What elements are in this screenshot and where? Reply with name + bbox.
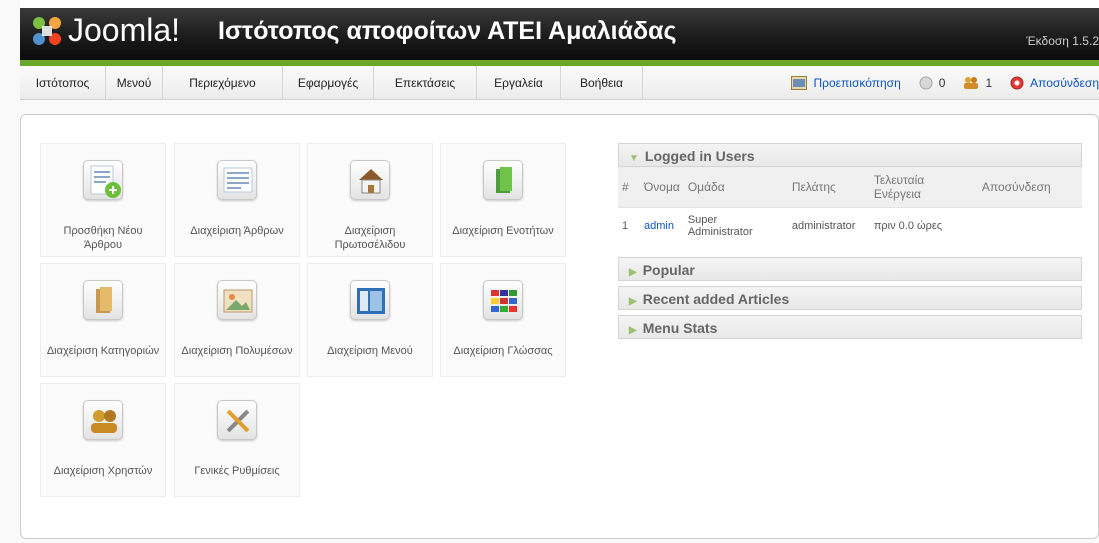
preview-icon: [791, 76, 808, 90]
tile-label: Διαχείριση Κατηγοριών: [46, 345, 160, 357]
user-last-activity: πριν 0.0 ώρες: [869, 206, 978, 245]
user-logout-cell: [977, 206, 1082, 245]
expand-arrow-icon: ▶: [629, 267, 637, 278]
menu-tools[interactable]: Εργαλεία: [477, 66, 561, 100]
menu-content[interactable]: Περιεχόμενο: [163, 66, 283, 100]
language-tile[interactable]: Διαχείριση Γλώσσας: [440, 263, 566, 377]
language-icon: [483, 280, 523, 320]
media-icon: [217, 280, 257, 320]
menu-help[interactable]: Βοήθεια: [561, 66, 643, 100]
sections-tile[interactable]: Διαχείριση Ενοτήτων: [440, 143, 566, 257]
menu-site[interactable]: Ιστότοπος: [20, 66, 106, 100]
col-logout: Αποσύνδεση: [977, 167, 1082, 207]
logout-link[interactable]: Αποσύνδεση: [1030, 66, 1099, 100]
tile-label: Διαχείριση Ενοτήτων: [452, 225, 554, 237]
col-client: Πελάτης: [787, 167, 870, 207]
recent-articles-pane-header[interactable]: ▶ Recent added Articles: [618, 286, 1082, 310]
frontpage-tile[interactable]: Διαχείριση Πρωτοσέλιδου: [307, 143, 433, 257]
user-group: Super Administrator: [683, 206, 788, 245]
expand-arrow-icon: ▶: [629, 325, 637, 336]
logged-in-users-header[interactable]: ▼ Logged in Users: [618, 143, 1082, 167]
joomla-wordmark: Joomla!: [68, 12, 181, 48]
users-online-count: 1: [985, 76, 993, 90]
header-bar: Joomla! Ιστότοπος αποφοίτων ΑΤΕΙ Αμαλιάδ…: [20, 0, 1099, 60]
frontpage-icon: [350, 160, 390, 200]
user-link-admin[interactable]: admin: [644, 220, 674, 232]
menu-manager-icon: [350, 280, 390, 320]
popular-pane-header[interactable]: ▶ Popular: [618, 257, 1082, 281]
media-tile[interactable]: Διαχείριση Πολυμέσων: [174, 263, 300, 377]
users-tile[interactable]: Διαχείριση Χρηστών: [40, 383, 166, 497]
preview-link[interactable]: Προεπισκόπηση: [813, 66, 900, 100]
tile-label: Διαχείριση Μενού: [327, 345, 413, 357]
add-article-tile[interactable]: Προσθήκη Νέου Άρθρου: [40, 143, 166, 257]
users-online-icon: [964, 77, 979, 89]
messages-count: 0: [938, 76, 946, 90]
tile-label: Προσθήκη Νέου Άρθρου: [63, 225, 143, 251]
add-article-icon: [83, 160, 123, 200]
tile-label: Διαχείριση Πρωτοσέλιδου: [334, 225, 406, 251]
sections-icon: [483, 160, 523, 200]
menu-stats-pane-header[interactable]: ▶ Menu Stats: [618, 315, 1082, 339]
site-title: Ιστότοπος αποφοίτων ΑΤΕΙ Αμαλιάδας: [218, 17, 677, 45]
logout-icon: [1010, 76, 1024, 90]
table-row: 1 admin Super Administrator administrato…: [618, 206, 1082, 245]
tile-label: Γενικές Ρυθμίσεις: [194, 465, 280, 477]
expand-arrow-icon: ▶: [629, 296, 637, 307]
col-name: Όνομα: [640, 167, 684, 207]
menu-components[interactable]: Εφαρμογές: [283, 66, 374, 100]
config-tile[interactable]: Γενικές Ρυθμίσεις: [174, 383, 300, 497]
articles-tile[interactable]: Διαχείριση Άρθρων: [174, 143, 300, 257]
tile-label: Διαχείριση Γλώσσας: [453, 345, 553, 357]
categories-icon: [83, 280, 123, 320]
menu-extensions[interactable]: Επεκτάσεις: [374, 66, 477, 100]
col-last-activity: Τελευταία Ενέργεια: [869, 167, 978, 207]
categories-tile[interactable]: Διαχείριση Κατηγοριών: [40, 263, 166, 377]
tile-label: Διαχείριση Χρηστών: [53, 465, 153, 477]
users-icon: [83, 400, 123, 440]
logged-in-users-table: # Όνομα Ομάδα Πελάτης Τελευταία Ενέργεια…: [618, 167, 1082, 245]
menus-tile[interactable]: Διαχείριση Μενού: [307, 263, 433, 377]
menu-menus[interactable]: Μενού: [106, 66, 163, 100]
col-number: #: [618, 167, 640, 207]
tile-label: Διαχείριση Πολυμέσων: [181, 345, 293, 357]
status-area: Προεπισκόπηση 0 1 Αποσύνδεση: [791, 66, 1099, 100]
version-label: Έκδοση 1.5.2: [1026, 34, 1099, 48]
articles-icon: [217, 160, 257, 200]
messages-icon[interactable]: [919, 76, 933, 90]
row-number: 1: [618, 206, 640, 245]
config-icon: [217, 400, 257, 440]
tile-label: Διαχείριση Άρθρων: [190, 225, 284, 237]
user-client: administrator: [787, 206, 870, 245]
col-group: Ομάδα: [683, 167, 788, 207]
main-menu: Ιστότοπος Μενού Περιεχόμενο Εφαρμογές Επ…: [20, 66, 1099, 100]
joomla-logo-icon: [33, 17, 61, 45]
